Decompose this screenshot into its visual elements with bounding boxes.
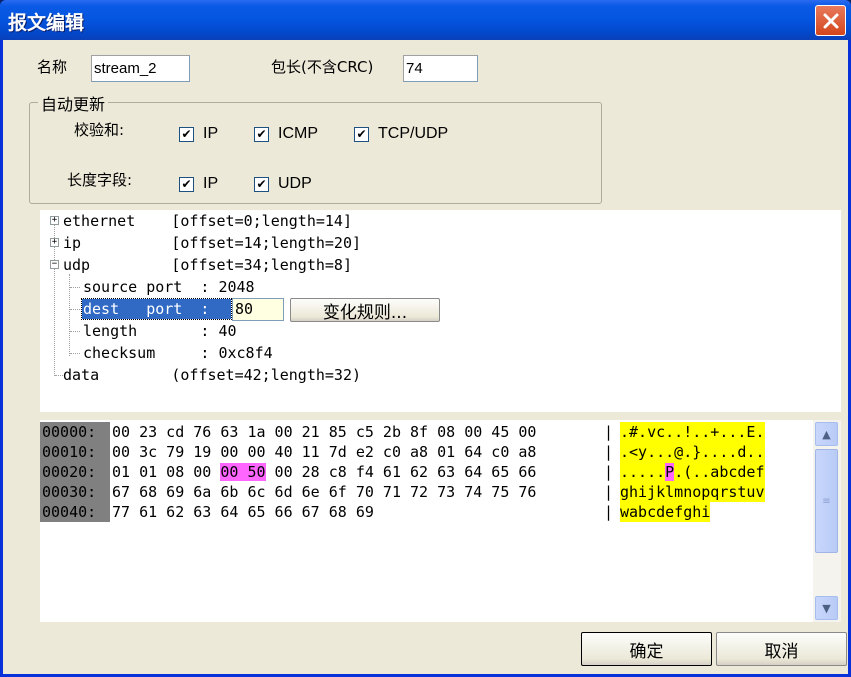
grip-icon: ≡ [822, 495, 831, 507]
ascii-text: wabcdefghi [620, 503, 711, 521]
checkbox-label: UDP [278, 175, 312, 192]
hex-separator: | [604, 463, 614, 481]
check-icon: ✔ [354, 126, 369, 142]
close-icon [823, 13, 838, 28]
hex-address: 00030: [40, 482, 110, 502]
hex-ascii[interactable]: ghijklmnopqrstuv [620, 482, 765, 502]
tree-node-data[interactable]: data (offset=42;length=32) [63, 365, 361, 385]
protocol-tree[interactable]: + ethernet [offset=0;length=14] + ip [of… [40, 210, 841, 412]
hex-view[interactable]: 00000: 00 23 cd 76 63 1a 00 21 85 c5 2b 8… [40, 420, 813, 622]
tree-line [70, 287, 80, 288]
auto-update-group: 自动更新 校验和: ✔ IP ✔ ICMP ✔ TCP/UDP 长度字段: ✔ IP ✔… [29, 91, 602, 204]
tree-node-source-port[interactable]: source port : 2048 [83, 277, 255, 297]
scroll-up-button[interactable]: ▲ [815, 422, 838, 446]
title-bar[interactable]: 报文编辑 [0, 0, 851, 40]
tree-node-ethernet[interactable]: ethernet [offset=0;length=14] [63, 211, 352, 231]
hex-address: 00010: [40, 442, 110, 462]
tree-line [55, 375, 63, 376]
hex-row[interactable]: 00000: 00 23 cd 76 63 1a 00 21 85 c5 2b 8… [40, 422, 813, 442]
tree-line [70, 309, 80, 310]
checkbox-label: ICMP [278, 125, 318, 142]
name-label: 名称 [37, 58, 68, 76]
checkbox-label: IP [203, 125, 219, 142]
length-ip-checkbox[interactable]: ✔ IP [179, 175, 218, 193]
auto-update-title: 自动更新 [38, 91, 109, 115]
tree-line [70, 353, 80, 354]
tree-line [70, 331, 80, 332]
scroll-down-button[interactable]: ▼ [815, 596, 838, 620]
hex-separator: | [604, 443, 614, 461]
hex-separator: | [604, 503, 614, 521]
checksum-icmp-checkbox[interactable]: ✔ ICMP [254, 125, 318, 143]
hex-bytes[interactable]: 00 3c 79 19 00 00 40 11 7d e2 c0 a8 01 6… [112, 442, 536, 462]
length-field-label: 长度字段: [67, 171, 133, 189]
hex-bytes[interactable]: 01 01 08 00 00 50 00 28 c8 f4 61 62 63 6… [112, 462, 536, 482]
chevron-up-icon: ▲ [822, 427, 831, 441]
packet-length-label: 包长(不含CRC) [271, 58, 374, 76]
hex-bytes[interactable]: 00 23 cd 76 63 1a 00 21 85 c5 2b 8f 08 0… [112, 422, 536, 442]
tree-node-dest-port[interactable]: dest port : [81, 298, 232, 320]
check-icon: ✔ [179, 126, 194, 142]
ascii-text: .<y...@.}....d.. [620, 443, 765, 461]
cancel-button[interactable]: 取消 [716, 632, 847, 666]
ok-button[interactable]: 确定 [581, 632, 712, 666]
tree-node-udp[interactable]: udp [offset=34;length=8] [63, 255, 352, 275]
hex-bytes-text: 67 68 69 6a 6b 6c 6d 6e 6f 70 71 72 73 7… [112, 483, 537, 501]
hex-bytes-text: 00 23 cd 76 63 1a 00 21 85 c5 2b 8f 08 0… [112, 423, 537, 441]
hex-bytes-text: 00 3c 79 19 00 00 40 11 7d e2 c0 a8 01 6… [112, 443, 537, 461]
check-icon: ✔ [254, 176, 269, 192]
ascii-text: .(..abcdef [674, 463, 765, 481]
hex-separator: | [604, 423, 614, 441]
checksum-label: 校验和: [74, 121, 125, 139]
hex-bytes[interactable]: 77 61 62 63 64 65 66 67 68 69 [112, 502, 374, 522]
hex-separator: | [604, 483, 614, 501]
hex-ascii[interactable]: .#.vc..!..+...E. [620, 422, 765, 442]
dest-port-input[interactable]: 80 [232, 298, 284, 321]
ascii-text: .#.vc..!..+...E. [620, 423, 765, 441]
name-input[interactable]: stream_2 [91, 55, 190, 82]
hex-ascii[interactable]: .....P.(..abcdef [620, 462, 765, 482]
check-icon: ✔ [179, 176, 194, 192]
hex-bytes-text: 77 61 62 63 64 65 66 67 68 69 [112, 503, 374, 521]
change-rule-button[interactable]: 变化规则... [290, 298, 440, 323]
checkbox-label: IP [203, 175, 219, 192]
tree-node-ip[interactable]: ip [offset=14;length=20] [63, 233, 361, 253]
hex-ascii[interactable]: .<y...@.}....d.. [620, 442, 765, 462]
dialog-body: 名称 stream_2 包长(不含CRC) 74 自动更新 校验和: ✔ IP ✔… [3, 40, 848, 674]
hex-bytes[interactable]: 67 68 69 6a 6b 6c 6d 6e 6f 70 71 72 73 7… [112, 482, 536, 502]
checkbox-label: TCP/UDP [378, 125, 449, 142]
hex-address: 00020: [40, 462, 110, 482]
hex-bytes-text: 00 28 c8 f4 61 62 63 64 65 66 [265, 463, 537, 481]
collapse-icon[interactable]: − [50, 260, 59, 269]
hex-address: 00040: [40, 502, 110, 522]
hex-row[interactable]: 00010: 00 3c 79 19 00 00 40 11 7d e2 c0 a… [40, 442, 813, 462]
expand-icon[interactable]: + [50, 238, 59, 247]
checksum-tcpudp-checkbox[interactable]: ✔ TCP/UDP [354, 125, 448, 143]
close-button[interactable] [815, 5, 846, 36]
hex-row[interactable]: 00020: 01 01 08 00 00 50 00 28 c8 f4 61 6… [40, 462, 813, 482]
tree-node-length[interactable]: length : 40 [83, 321, 237, 341]
dialog-window: 报文编辑 名称 stream_2 包长(不含CRC) 74 自动更新 校验和: … [0, 0, 851, 677]
hex-row[interactable]: 00040: 77 61 62 63 64 65 66 67 68 69 | wabc… [40, 502, 813, 522]
scroll-thumb[interactable]: ≡ [815, 449, 838, 553]
hex-bytes-highlight: 00 50 [220, 463, 266, 481]
ascii-text: ghijklmnopqrstuv [620, 483, 765, 501]
length-udp-checkbox[interactable]: ✔ UDP [254, 175, 312, 193]
hex-ascii[interactable]: wabcdefghi [620, 502, 711, 522]
ascii-text: ..... [620, 463, 666, 481]
check-icon: ✔ [254, 126, 269, 142]
hex-bytes-text: 01 01 08 00 [112, 463, 221, 481]
hex-scrollbar[interactable]: ▲ ≡ ▼ [813, 420, 841, 622]
window-title: 报文编辑 [8, 12, 85, 34]
packet-length-input[interactable]: 74 [403, 55, 478, 82]
tree-node-checksum[interactable]: checksum : 0xc8f4 [83, 343, 273, 363]
chevron-down-icon: ▼ [822, 601, 831, 615]
expand-icon[interactable]: + [50, 216, 59, 225]
checksum-ip-checkbox[interactable]: ✔ IP [179, 125, 218, 143]
hex-address: 00000: [40, 422, 110, 442]
hex-row[interactable]: 00030: 67 68 69 6a 6b 6c 6d 6e 6f 70 71 7… [40, 482, 813, 502]
ascii-highlight: P [665, 463, 675, 481]
